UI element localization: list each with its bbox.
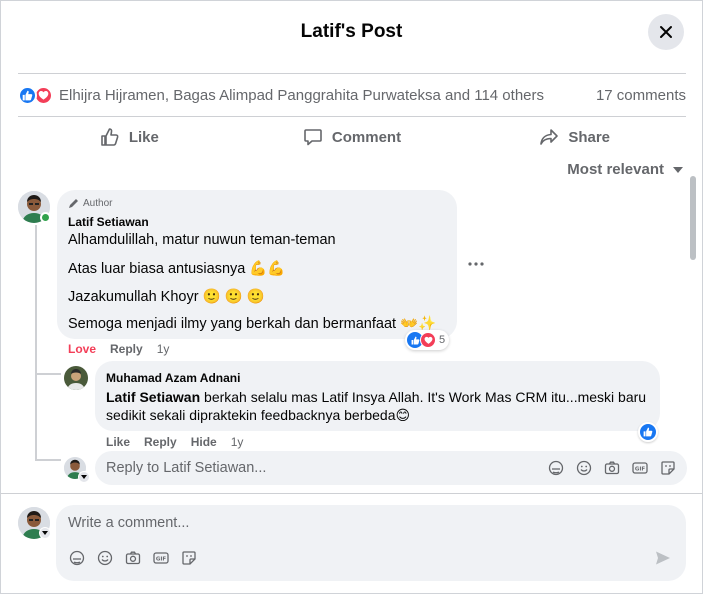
love-reaction-link[interactable]: Love bbox=[68, 342, 96, 356]
ellipsis-icon bbox=[468, 262, 484, 266]
reply-bubble: Muhamad Azam Adnani Latif Setiawan berka… bbox=[95, 361, 660, 431]
avatar-image bbox=[64, 366, 88, 390]
love-icon bbox=[420, 332, 436, 348]
hide-link[interactable]: Hide bbox=[191, 435, 217, 449]
more-options-button[interactable] bbox=[464, 254, 488, 274]
svg-text:GIF: GIF bbox=[635, 467, 646, 473]
like-link[interactable]: Like bbox=[106, 435, 130, 449]
divider bbox=[18, 116, 686, 117]
scrollbar-thumb[interactable] bbox=[690, 176, 696, 260]
camera-icon[interactable] bbox=[603, 459, 621, 477]
pencil-icon bbox=[69, 199, 78, 208]
reply-text: Latif Setiawan berkah selalu mas Latif I… bbox=[106, 388, 651, 424]
close-button[interactable] bbox=[648, 14, 684, 50]
comment-line: Semoga menjadi ilmy yang berkah dan berm… bbox=[68, 316, 437, 332]
comment-bubble: Author Latif Setiawan Alhamdulillah, mat… bbox=[57, 190, 457, 339]
emoji-icon[interactable] bbox=[575, 459, 593, 477]
post-dialog: Latif's Post Elhijra Hijramen, Bagas Ali… bbox=[0, 0, 703, 594]
comment-line: Alhamdulillah, matur nuwun teman-teman bbox=[68, 232, 336, 248]
svg-text:GIF: GIF bbox=[156, 557, 167, 563]
like-button[interactable]: Like bbox=[18, 119, 241, 155]
reply-like-badge[interactable] bbox=[638, 422, 658, 442]
author-badge: Author bbox=[68, 197, 112, 209]
thread-branch bbox=[35, 373, 61, 375]
share-label: Share bbox=[568, 128, 611, 146]
reply-input[interactable]: Reply to Latif Setiawan... GIF bbox=[95, 451, 687, 485]
reply-link[interactable]: Reply bbox=[110, 342, 143, 356]
reply-timestamp[interactable]: 1y bbox=[231, 435, 244, 449]
dialog-header: Latif's Post bbox=[1, 1, 702, 63]
reactions-summary: Elhijra Hijramen, Bagas Alimpad Panggrah… bbox=[18, 83, 686, 107]
reaction-icons[interactable] bbox=[18, 85, 53, 105]
dialog-title: Latif's Post bbox=[300, 21, 403, 42]
divider bbox=[18, 73, 686, 74]
reply-input-placeholder: Reply to Latif Setiawan... bbox=[106, 460, 267, 476]
online-status-dot bbox=[40, 212, 51, 223]
comment-input-placeholder: Write a comment... bbox=[68, 515, 190, 531]
comment-line: Jazakumullah Khoyr 🙂 🙂 🙂 bbox=[68, 289, 265, 305]
camera-icon[interactable] bbox=[124, 549, 142, 567]
thumbs-up-icon bbox=[101, 128, 119, 146]
share-icon bbox=[540, 129, 559, 145]
reaction-count: 5 bbox=[439, 334, 446, 346]
share-button[interactable]: Share bbox=[463, 119, 686, 155]
like-icon bbox=[643, 427, 653, 437]
thread-line bbox=[35, 459, 61, 461]
chevron-down-icon[interactable] bbox=[78, 471, 90, 483]
avatar[interactable] bbox=[64, 366, 88, 390]
caret-down-icon bbox=[673, 166, 683, 173]
avatar-sticker-icon[interactable] bbox=[68, 549, 86, 567]
like-icon bbox=[18, 85, 37, 105]
comment-input[interactable]: Write a comment... GIF bbox=[56, 505, 686, 581]
sticker-icon[interactable] bbox=[659, 459, 677, 477]
thread-line bbox=[35, 225, 37, 461]
comment-icon bbox=[304, 129, 322, 146]
comment-label: Comment bbox=[331, 128, 402, 146]
close-icon bbox=[660, 26, 672, 38]
send-button[interactable] bbox=[654, 549, 672, 567]
reply-meta: Like Reply Hide 1y bbox=[106, 435, 243, 449]
like-label: Like bbox=[128, 128, 159, 146]
mention-link[interactable]: Latif Setiawan bbox=[106, 389, 200, 405]
reply-author[interactable]: Muhamad Azam Adnani bbox=[106, 371, 240, 385]
gif-icon[interactable]: GIF bbox=[631, 459, 649, 477]
comment-input-tools: GIF bbox=[68, 549, 198, 567]
sort-dropdown[interactable]: Most relevant bbox=[567, 161, 684, 178]
comment-author[interactable]: Latif Setiawan bbox=[68, 215, 149, 229]
author-badge-label: Author bbox=[83, 197, 113, 209]
reply-input-tools: GIF bbox=[547, 459, 677, 477]
comment-line: Atas luar biasa antusiasnya 💪💪 bbox=[68, 261, 286, 277]
gif-icon[interactable]: GIF bbox=[152, 549, 170, 567]
comment-timestamp[interactable]: 1y bbox=[157, 342, 170, 356]
send-icon bbox=[656, 551, 670, 565]
avatar-sticker-icon[interactable] bbox=[547, 459, 565, 477]
reply-link[interactable]: Reply bbox=[144, 435, 177, 449]
sort-label: Most relevant bbox=[567, 161, 664, 178]
comments-count[interactable]: 17 comments bbox=[596, 87, 686, 104]
post-actions: Like Comment Share bbox=[18, 119, 686, 155]
comment-meta: Love Reply 1y bbox=[68, 342, 169, 356]
sticker-icon[interactable] bbox=[180, 549, 198, 567]
comment-button[interactable]: Comment bbox=[241, 119, 464, 155]
comment-reactions-badge[interactable]: 5 bbox=[405, 330, 450, 350]
reactors-text[interactable]: Elhijra Hijramen, Bagas Alimpad Panggrah… bbox=[59, 87, 544, 104]
chevron-down-icon[interactable] bbox=[39, 527, 51, 539]
emoji-icon[interactable] bbox=[96, 549, 114, 567]
